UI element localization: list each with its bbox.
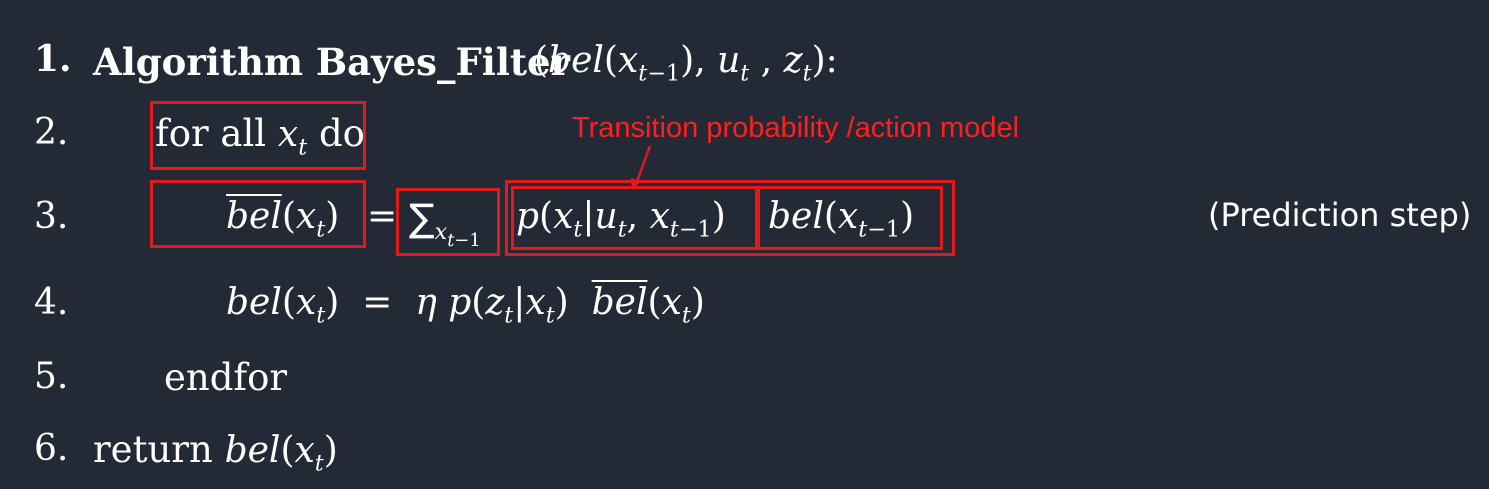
highlight-box-bel-bar	[150, 180, 366, 248]
equals-sign: =	[367, 196, 398, 237]
return-line: return bel(xt)	[93, 428, 338, 477]
endfor-line: endfor	[164, 356, 288, 399]
highlight-box-prior	[757, 186, 943, 250]
highlight-box-transition	[511, 186, 758, 250]
highlight-box-summation	[396, 188, 500, 256]
highlight-box-for-all	[150, 101, 366, 170]
correction-line: bel(xt) = η p(zt|xt) bel(xt)	[226, 282, 705, 329]
prediction-step-label: (Prediction step)	[1208, 196, 1472, 234]
